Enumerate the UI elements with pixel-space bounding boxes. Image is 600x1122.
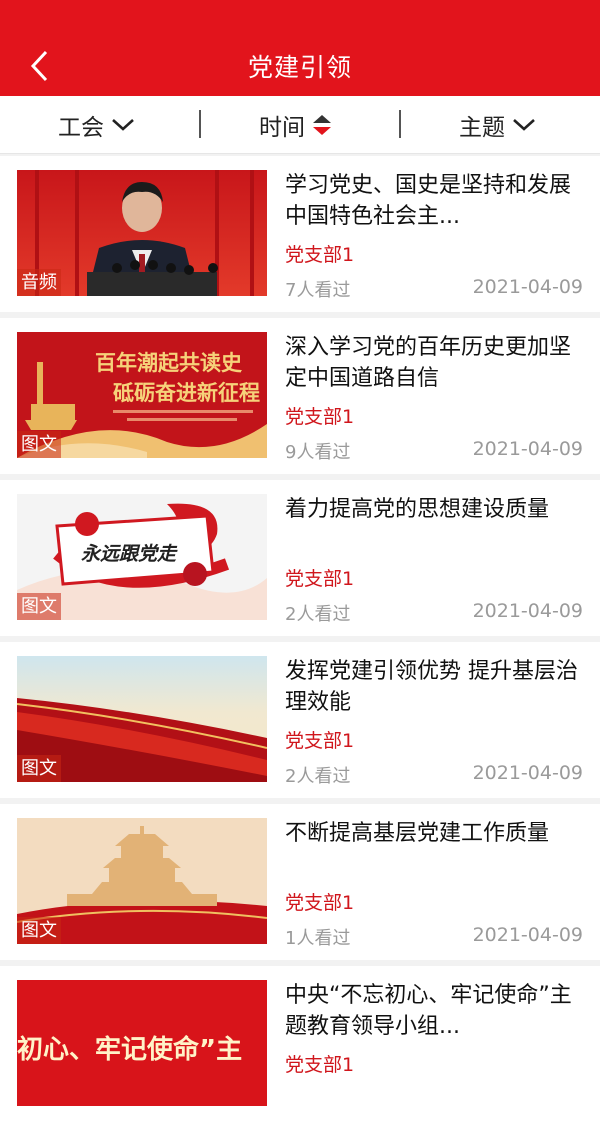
media-type-badge: 图文 xyxy=(17,755,61,782)
list-item[interactable]: 音频 学习党史、国史是坚持和发展中国特色社会主... 党支部1 7人看过 202… xyxy=(0,156,600,312)
article-thumbnail: 图文 xyxy=(17,656,267,782)
chevron-down-icon xyxy=(112,119,134,131)
view-count: 2人看过 xyxy=(285,766,351,787)
chevron-down-icon xyxy=(513,119,535,131)
media-type-badge: 图文 xyxy=(17,917,61,944)
view-count: 2人看过 xyxy=(285,604,351,625)
article-thumbnail: 图文 xyxy=(17,818,267,944)
page-title: 党建引领 xyxy=(247,53,352,82)
view-count: 1人看过 xyxy=(285,928,351,949)
filter-union[interactable]: 工会 xyxy=(58,96,136,154)
publish-date: 2021-04-09 xyxy=(472,924,583,946)
view-count: 9人看过 xyxy=(285,442,351,463)
article-title: 不断提高基层党建工作质量 xyxy=(285,821,550,846)
article-thumbnail: 永远跟党走 图文 xyxy=(17,494,267,620)
publish-date: 2021-04-09 xyxy=(472,762,583,784)
divider xyxy=(399,110,401,138)
publish-date: 2021-04-09 xyxy=(472,276,583,298)
sort-icon xyxy=(313,115,331,135)
branch-name: 党支部1 xyxy=(285,568,355,590)
media-type-badge: 音频 xyxy=(17,269,61,296)
list-item[interactable]: 百年潮起共读史 砥砺奋进新征程 图文 深入学习党的百年历史更加坚定中国道路自信 … xyxy=(0,318,600,474)
branch-name: 党支部1 xyxy=(285,406,355,428)
branch-name: 党支部1 xyxy=(285,730,355,752)
publish-date: 2021-04-09 xyxy=(472,438,583,460)
list-item[interactable]: 永远跟党走 图文 着力提高党的思想建设质量 党支部1 2人看过 2021-04-… xyxy=(0,480,600,636)
filter-topic-label: 主题 xyxy=(459,115,505,141)
divider xyxy=(199,110,201,138)
article-title: 学习党史、国史是坚持和发展中国特色社会主... xyxy=(285,173,572,229)
filter-topic[interactable]: 主题 xyxy=(459,96,537,154)
filter-time[interactable]: 时间 xyxy=(259,96,333,154)
list-item[interactable]: 图文 发挥党建引领优势 提升基层治理效能 党支部1 2人看过 2021-04-0… xyxy=(0,642,600,798)
article-title: 着力提高党的思想建设质量 xyxy=(285,497,550,522)
filter-time-label: 时间 xyxy=(259,115,305,141)
branch-name: 党支部1 xyxy=(285,244,355,266)
media-type-badge: 图文 xyxy=(17,431,61,458)
list-item[interactable]: 初心、牢记使命”主 中央“不忘初心、牢记使命”主题教育领导小组... 党支部1 xyxy=(0,966,600,1122)
article-title: 发挥党建引领优势 提升基层治理效能 xyxy=(285,659,578,715)
filter-union-label: 工会 xyxy=(58,115,104,141)
article-thumbnail: 百年潮起共读史 砥砺奋进新征程 图文 xyxy=(17,332,267,458)
article-thumbnail: 音频 xyxy=(17,170,267,296)
article-title: 深入学习党的百年历史更加坚定中国道路自信 xyxy=(285,335,572,391)
image-text: 砥砺奋进新征程 xyxy=(113,380,260,405)
branch-name: 党支部1 xyxy=(285,892,355,914)
view-count: 7人看过 xyxy=(285,280,351,301)
list-item[interactable]: 图文 不断提高基层党建工作质量 党支部1 1人看过 2021-04-09 xyxy=(0,804,600,960)
image-text: 百年潮起共读史 xyxy=(95,350,243,375)
media-type-badge: 图文 xyxy=(17,593,61,620)
article-title: 中央“不忘初心、牢记使命”主题教育领导小组... xyxy=(285,983,572,1039)
app-header: 党建引领 xyxy=(0,0,600,96)
image-text: 初心、牢记使命”主 xyxy=(17,1034,242,1065)
branch-name: 党支部1 xyxy=(285,1054,355,1076)
publish-date: 2021-04-09 xyxy=(472,600,583,622)
article-thumbnail: 初心、牢记使命”主 xyxy=(17,980,267,1106)
filter-bar: 工会 时间 主题 xyxy=(0,96,600,154)
image-text: 永远跟党走 xyxy=(81,543,178,565)
